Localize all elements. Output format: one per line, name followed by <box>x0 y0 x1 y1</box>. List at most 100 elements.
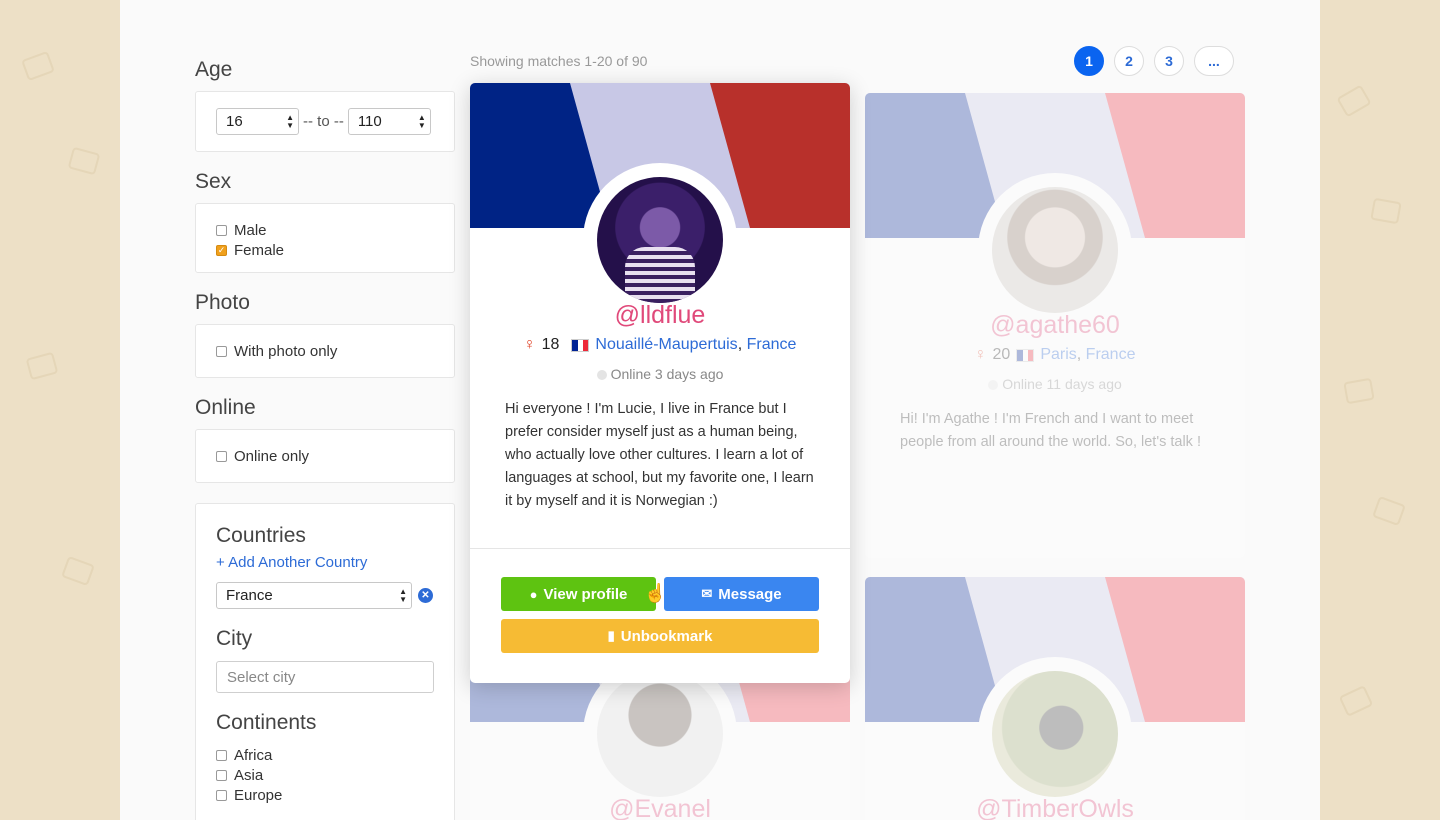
view-profile-button[interactable]: ● View profile <box>501 577 656 611</box>
page-button-3[interactable]: 3 <box>1154 46 1184 76</box>
france-flag-icon <box>1016 348 1035 362</box>
search-page: Age 16 ▲ ▼ -- to -- 110 ▲ ▼ Sex Male ✓ F… <box>120 0 1320 820</box>
profile-username[interactable]: @agathe60 <box>865 311 1245 340</box>
background-doodle <box>21 50 55 82</box>
profile-meta: ♀ 20 Paris, France <box>865 346 1245 364</box>
continent-option[interactable]: Africa <box>216 745 434 765</box>
online-only-label: Online only <box>234 447 310 465</box>
profile-card[interactable]: @agathe60 ♀ 20 Paris, France Online 11 d… <box>865 93 1245 558</box>
continents-title: Continents <box>216 711 317 734</box>
bookmark-icon: ▮ <box>607 628 615 643</box>
sex-female-option[interactable]: ✓ Female <box>216 240 434 260</box>
sex-male-option[interactable]: Male <box>216 220 434 240</box>
photo-only-label: With photo only <box>234 342 338 360</box>
page-button-2[interactable]: 2 <box>1114 46 1144 76</box>
profile-username[interactable]: @TimberOwls <box>865 795 1245 820</box>
user-circle-icon: ● <box>529 586 538 602</box>
profile-country[interactable]: France <box>1086 346 1136 363</box>
avatar-frame <box>978 173 1132 327</box>
male-label: Male <box>234 221 267 239</box>
age-separator: -- to -- <box>303 113 344 130</box>
avatar <box>992 671 1118 797</box>
continent-checkbox[interactable] <box>216 749 227 761</box>
profile-city[interactable]: Nouaillé-Maupertuis <box>595 336 737 353</box>
continent-checkbox[interactable] <box>216 789 227 801</box>
photo-box: With photo only <box>195 324 455 378</box>
age-max-value: 110 <box>357 113 382 130</box>
profile-meta: ♀ 18 Nouaillé-Maupertuis, France <box>470 336 850 354</box>
profile-age: 20 <box>992 346 1011 363</box>
profile-username[interactable]: @lldflue <box>470 301 850 330</box>
profile-city[interactable]: Paris <box>1040 346 1076 363</box>
profile-bio: Hi everyone ! I'm Lucie, I live in Franc… <box>505 401 814 509</box>
comma: , <box>1076 346 1082 363</box>
online-title: Online <box>195 396 256 419</box>
continent-option[interactable]: Asia <box>216 765 434 785</box>
profile-age: 18 <box>541 336 560 353</box>
background-doodle <box>1372 495 1406 527</box>
online-text: Online 11 days ago <box>1002 376 1122 392</box>
age-title: Age <box>195 58 233 81</box>
unbookmark-button[interactable]: ▮ Unbookmark <box>501 619 819 653</box>
background-doodle <box>1338 685 1374 717</box>
page-button-more[interactable]: ... <box>1194 46 1234 76</box>
envelope-icon: ✉ <box>701 586 713 601</box>
page-button-1[interactable]: 1 <box>1074 46 1104 76</box>
age-min-value: 16 <box>226 113 243 130</box>
female-label: Female <box>234 241 285 259</box>
country-select[interactable]: France ▲ ▼ <box>216 582 412 609</box>
continent-checkbox[interactable] <box>216 769 227 781</box>
continent-label: Asia <box>234 766 264 784</box>
select-arrows-icon: ▲ ▼ <box>399 587 407 604</box>
avatar-frame <box>978 657 1132 811</box>
profile-country[interactable]: France <box>747 336 797 353</box>
online-text: Online 3 days ago <box>610 366 724 382</box>
female-icon: ♀ <box>523 336 536 353</box>
status-dot-icon <box>596 370 607 380</box>
view-profile-label: View profile <box>543 585 628 603</box>
remove-country-icon[interactable]: ✕ <box>418 588 433 603</box>
online-status: Online 3 days ago <box>470 366 850 382</box>
online-box: Online only <box>195 429 455 483</box>
comma: , <box>737 336 743 353</box>
male-checkbox[interactable] <box>216 224 227 236</box>
female-checkbox[interactable]: ✓ <box>216 244 227 256</box>
card-divider <box>470 548 850 549</box>
continent-option[interactable]: Europe <box>216 785 434 805</box>
filter-sidebar: Age 16 ▲ ▼ -- to -- 110 ▲ ▼ Sex Male ✓ F… <box>195 58 455 820</box>
background-doodle <box>25 351 59 381</box>
online-only-option[interactable]: Online only <box>216 446 434 466</box>
select-arrows-icon: ▲ ▼ <box>286 113 294 130</box>
profile-card[interactable]: @TimberOwls <box>865 577 1245 820</box>
pagination: 1 2 3 ... <box>1074 46 1234 76</box>
sex-title: Sex <box>195 170 232 193</box>
photo-only-option[interactable]: With photo only <box>216 341 434 361</box>
add-country-link[interactable]: + Add Another Country <box>216 554 367 571</box>
avatar <box>597 177 723 303</box>
continent-label: Africa <box>234 746 273 764</box>
results-count: Showing matches 1-20 of 90 <box>470 53 648 69</box>
location-box: Countries + Add Another Country France ▲… <box>195 503 455 820</box>
profile-bio: Hi! I'm Agathe ! I'm French and I want t… <box>900 411 1201 450</box>
age-min-select[interactable]: 16 ▲ ▼ <box>216 108 299 135</box>
sex-box: Male ✓ Female <box>195 203 455 273</box>
age-max-select[interactable]: 110 ▲ ▼ <box>347 108 431 135</box>
background-doodle <box>67 146 101 176</box>
status-dot-icon <box>988 380 999 390</box>
avatar-frame <box>583 163 737 317</box>
continent-label: Europe <box>234 786 283 804</box>
age-box: 16 ▲ ▼ -- to -- 110 ▲ ▼ <box>195 91 455 152</box>
photo-only-checkbox[interactable] <box>216 345 227 357</box>
hand-cursor-icon: ☝ <box>644 583 667 603</box>
select-arrows-icon: ▲ ▼ <box>417 113 426 130</box>
profile-username[interactable]: @Evanel <box>470 795 850 820</box>
online-only-checkbox[interactable] <box>216 450 227 462</box>
message-button[interactable]: ✉ Message <box>664 577 819 611</box>
unbookmark-label: Unbookmark <box>620 627 713 645</box>
background-doodle <box>1343 377 1375 405</box>
city-input[interactable]: Select city <box>216 661 434 693</box>
countries-title: Countries <box>216 524 306 547</box>
city-title: City <box>216 627 253 650</box>
avatar <box>992 187 1118 313</box>
profile-card-highlighted[interactable]: @lldflue ♀ 18 Nouaillé-Maupertuis, Franc… <box>470 83 850 683</box>
